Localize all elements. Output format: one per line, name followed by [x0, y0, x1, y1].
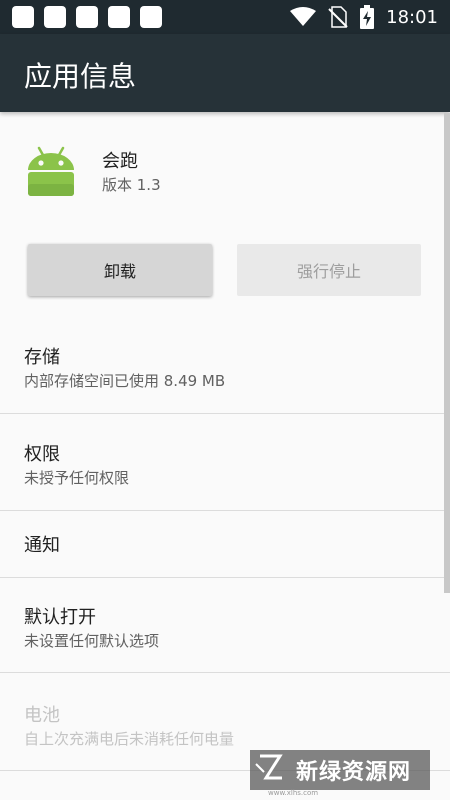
notification-square-icon — [12, 6, 34, 28]
notification-square-icon — [76, 6, 98, 28]
open-by-default-subtitle: 未设置任何默认选项 — [24, 632, 160, 650]
force-stop-button[interactable]: 强行停止 — [237, 244, 421, 296]
status-icons: 18:01 — [290, 4, 438, 30]
notifications-item[interactable]: 通知 — [0, 511, 450, 577]
permissions-subtitle: 未授予任何权限 — [24, 469, 130, 487]
app-version: 版本 1.3 — [102, 176, 161, 194]
battery-charging-icon — [360, 5, 375, 29]
notification-square-icon — [44, 6, 66, 28]
storage-title: 存储 — [24, 347, 60, 368]
status-bar: 18:01 — [0, 0, 450, 34]
notification-icons — [12, 6, 162, 28]
storage-subtitle: 内部存储空间已使用 8.49 MB — [24, 372, 226, 390]
status-time: 18:01 — [386, 6, 438, 28]
watermark-logo-icon — [255, 754, 283, 780]
permissions-item[interactable]: 权限 未授予任何权限 — [0, 414, 450, 510]
notification-square-icon — [108, 6, 130, 28]
permissions-title: 权限 — [24, 444, 60, 465]
page-title: 应用信息 — [24, 60, 137, 93]
no-sim-icon — [328, 6, 348, 28]
app-name: 会跑 — [102, 151, 138, 172]
android-icon — [28, 146, 74, 196]
scrollbar[interactable] — [444, 113, 450, 593]
notifications-title: 通知 — [24, 535, 60, 556]
battery-subtitle: 自上次充满电后未消耗任何电量 — [24, 730, 235, 748]
open-by-default-title: 默认打开 — [24, 607, 96, 628]
uninstall-button[interactable]: 卸载 — [28, 244, 212, 296]
watermark-title: 新绿资源网 — [296, 760, 412, 785]
watermark-url: www.xlhs.com — [268, 789, 319, 797]
storage-item[interactable]: 存储 内部存储空间已使用 8.49 MB — [0, 320, 450, 414]
wifi-icon — [290, 7, 317, 26]
app-bar: 应用信息 — [0, 34, 450, 112]
open-by-default-item[interactable]: 默认打开 未设置任何默认选项 — [0, 578, 450, 672]
notification-square-icon — [140, 6, 162, 28]
watermark: 新绿资源网 — [250, 750, 430, 790]
battery-title: 电池 — [24, 705, 60, 726]
